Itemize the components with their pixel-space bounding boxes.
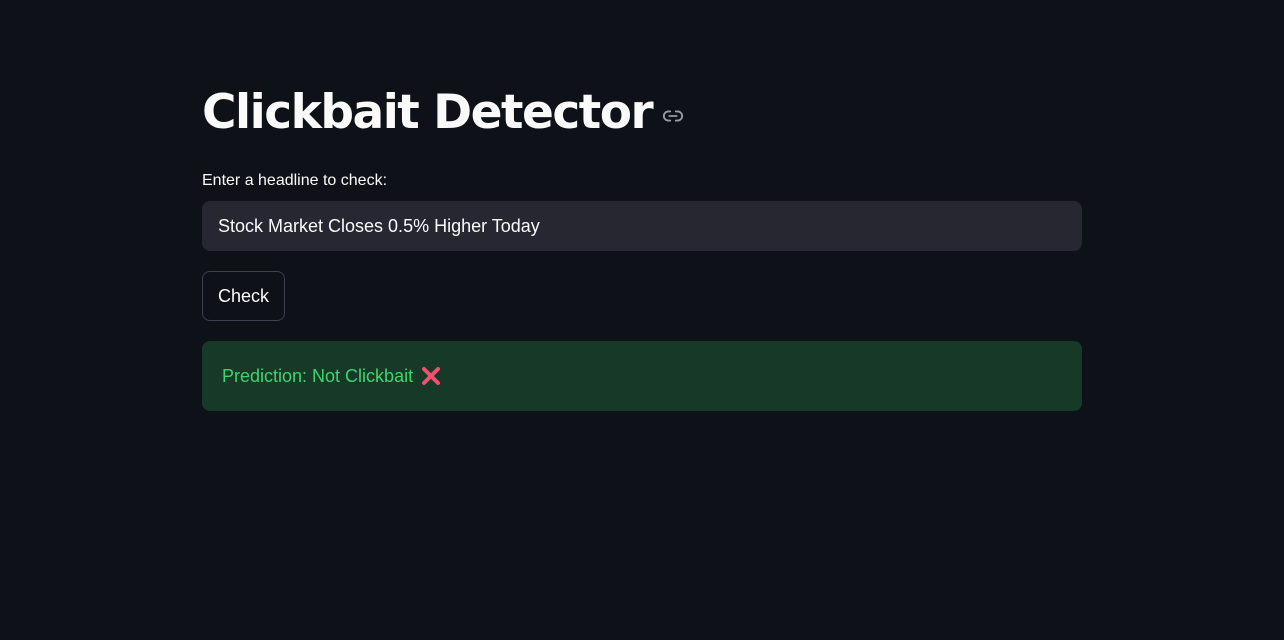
check-button[interactable]: Check bbox=[202, 271, 285, 321]
cross-mark-icon bbox=[421, 366, 441, 386]
headline-input[interactable] bbox=[218, 215, 1066, 237]
prediction-text: Prediction: Not Clickbait bbox=[222, 365, 414, 386]
link-icon[interactable] bbox=[662, 105, 684, 127]
title-row: Clickbait Detector bbox=[202, 78, 684, 148]
prediction-result-box: Prediction: Not Clickbait bbox=[202, 341, 1082, 411]
headline-input-label: Enter a headline to check: bbox=[202, 172, 388, 189]
headline-input-container[interactable] bbox=[202, 201, 1082, 251]
page-title: Clickbait Detector bbox=[202, 85, 654, 140]
